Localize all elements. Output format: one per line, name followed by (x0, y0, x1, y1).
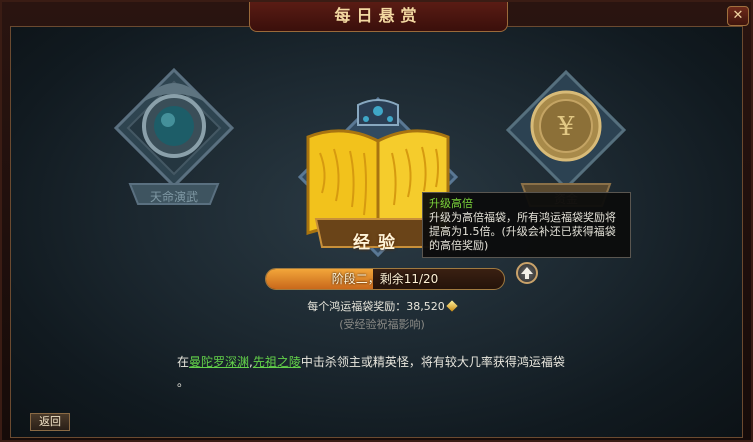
svg-text:¥: ¥ (557, 112, 575, 142)
title-plate: 每日悬赏 (249, 2, 508, 32)
reward-line: 每个鸿运福袋奖励：38,520 (292, 298, 472, 314)
tooltip-body: 升级为高倍福袋，所有鸿运福袋奖励将提高为1.5倍。(升级会补还已获得福袋的高倍奖… (429, 211, 616, 252)
reward-text: 每个鸿运福袋奖励：38,520 (307, 300, 445, 313)
gold-ingot-icon (446, 300, 458, 312)
upgrade-button[interactable] (516, 262, 538, 284)
card-tianming[interactable]: 天命演武 (110, 64, 238, 212)
stage-progress-bar: 阶段二，剩余11/20 (265, 268, 505, 290)
close-button[interactable]: ✕ (727, 6, 749, 26)
up-arrow-icon (521, 267, 533, 279)
link-ancestral-tomb[interactable]: 先祖之陵 (253, 355, 301, 369)
link-mandala-abyss[interactable]: 曼陀罗深渊 (189, 355, 249, 369)
card-label-experience: 经验 (353, 233, 403, 253)
desc-prefix: 在 (177, 355, 190, 369)
tooltip-title: 升级高倍 (429, 197, 473, 210)
card-label-tianming: 天命演武 (149, 190, 198, 204)
upgrade-tooltip: 升级高倍 升级为高倍福袋，所有鸿运福袋奖励将提高为1.5倍。(升级会补还已获得福… (422, 192, 631, 258)
desc-suffix: 中击杀领主或精英怪，将有较大几率获得鸿运福袋 (300, 355, 565, 369)
back-button[interactable]: 返回 (30, 413, 70, 431)
desc-end: 。 (177, 375, 190, 389)
blessing-note: (受经验祝福影响) (339, 318, 425, 331)
description: 在曼陀罗深渊,先祖之陵中击杀领主或精英怪，将有较大几率获得鸿运福袋。 (177, 352, 597, 392)
window-title: 每日悬赏 (334, 6, 423, 25)
daily-bounty-window: 每日悬赏 ✕ 天命演武 经验 ¥ 升级高倍 升级为高倍福袋，所有鸿运福袋奖励将提… (0, 0, 753, 442)
stage-text: 阶段二，剩余11/20 (331, 272, 439, 286)
